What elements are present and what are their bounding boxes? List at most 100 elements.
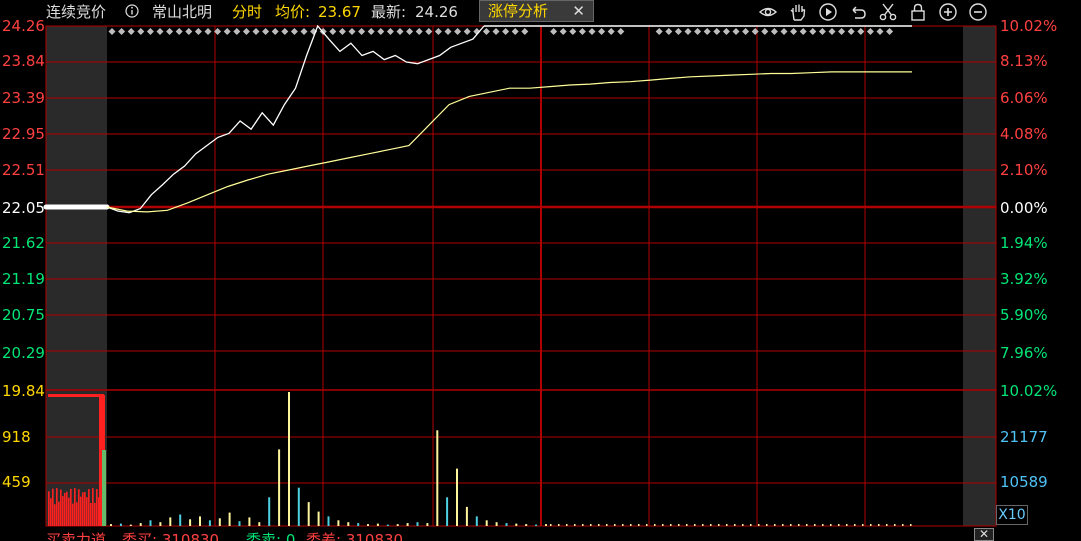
- volume-bar: [416, 522, 419, 526]
- volume-bar: [678, 524, 680, 526]
- avg-label: 均价:: [275, 3, 311, 21]
- volume-bar: [710, 524, 712, 526]
- auction-volume-bar: [72, 503, 74, 526]
- volume-bar: [169, 517, 172, 526]
- auction-volume-bar: [48, 394, 104, 397]
- volume-bar: [396, 524, 399, 526]
- volume-bar: [159, 522, 162, 526]
- volume-bar: [238, 521, 241, 526]
- volume-bar: [662, 524, 664, 526]
- auction-volume-bar: [96, 489, 98, 526]
- volume-bar: [426, 523, 429, 526]
- tick-marker: [406, 28, 414, 35]
- volume-bar: [646, 524, 648, 526]
- eye-icon[interactable]: [758, 2, 778, 22]
- tick-marker: [434, 28, 442, 35]
- volume-bar: [878, 524, 880, 526]
- tick-marker: [770, 28, 778, 35]
- undo-icon[interactable]: [848, 2, 868, 22]
- percent-axis-label: 7.96%: [1000, 344, 1048, 362]
- volume-bar: [790, 524, 792, 526]
- tick-marker: [857, 28, 865, 35]
- view-label[interactable]: 分时: [232, 0, 262, 24]
- price-axis-label: 23.39: [2, 89, 45, 107]
- info-circle-icon[interactable]: [124, 0, 140, 24]
- volume-bar: [654, 524, 656, 526]
- volume-bar: [726, 524, 728, 526]
- volume-bar: [525, 524, 528, 526]
- volume-bar: [854, 524, 856, 526]
- tick-marker: [703, 28, 711, 35]
- auction-volume-bar: [82, 492, 84, 526]
- zoom-out-icon[interactable]: [968, 2, 988, 22]
- volume-bar: [199, 516, 201, 526]
- volume-bar: [614, 524, 616, 526]
- tick-marker: [444, 28, 452, 35]
- auction-volume-bar: [74, 488, 76, 526]
- auction-volume-bar: [94, 502, 96, 526]
- zoom-in-icon[interactable]: [938, 2, 958, 22]
- volume-axis-label: 10.02%: [1000, 382, 1058, 400]
- volume-scale-button[interactable]: X10: [996, 505, 1028, 525]
- volume-bar: [806, 524, 808, 526]
- volume-bar: [268, 497, 271, 526]
- tick-marker: [722, 28, 730, 35]
- close-icon[interactable]: ✕: [572, 1, 585, 21]
- lock-icon[interactable]: [908, 2, 928, 22]
- bottom-status-bar: 买卖力道 委买: 310830 委卖: 0 委差: 310830: [0, 528, 1081, 541]
- price-axis-label: 22.05: [2, 199, 45, 217]
- tick-marker: [358, 28, 366, 35]
- volume-bar: [297, 487, 300, 526]
- tick-marker: [847, 28, 855, 35]
- play-icon[interactable]: [818, 2, 838, 22]
- scissors-icon[interactable]: [878, 2, 898, 22]
- tick-marker: [262, 28, 270, 35]
- price-axis-label: 20.29: [2, 344, 45, 362]
- hand-icon[interactable]: [788, 2, 808, 22]
- tick-marker: [713, 28, 721, 35]
- tick-marker: [780, 28, 788, 35]
- tick-marker: [674, 28, 682, 35]
- tick-marker: [799, 28, 807, 35]
- volume-bar: [307, 502, 310, 526]
- volume-bar: [505, 523, 508, 526]
- volume-bar: [367, 524, 369, 526]
- latest-label: 最新:: [371, 3, 407, 21]
- tick-marker: [492, 28, 500, 35]
- tick-marker: [751, 28, 759, 35]
- intraday-chart[interactable]: [0, 0, 1081, 541]
- volume-bar: [910, 524, 912, 526]
- volume-bar: [327, 516, 330, 526]
- tick-marker: [761, 28, 769, 35]
- tick-marker: [156, 28, 164, 35]
- avg-value: 23.67: [318, 3, 361, 21]
- percent-axis-label: 5.90%: [1000, 306, 1048, 324]
- tick-marker: [550, 28, 558, 35]
- tick-marker: [348, 28, 356, 35]
- latest-value: 24.26: [415, 3, 458, 21]
- volume-bar: [347, 522, 350, 526]
- tick-marker: [588, 28, 596, 35]
- tick-marker: [521, 28, 529, 35]
- volume-bar: [702, 524, 704, 526]
- volume-bar: [758, 524, 760, 526]
- volume-bar: [208, 520, 211, 526]
- tick-marker: [569, 28, 577, 35]
- average-price-line: [106, 71, 912, 213]
- tick-marker: [578, 28, 586, 35]
- tick-marker: [175, 28, 183, 35]
- volume-bar: [798, 524, 800, 526]
- tab-limit-up-analysis[interactable]: 涨停分析 ✕: [479, 0, 594, 22]
- percent-axis-label: 8.13%: [1000, 52, 1048, 70]
- close-icon[interactable]: ✕: [974, 528, 994, 541]
- volume-bar: [149, 520, 152, 526]
- volume-bar: [862, 524, 864, 526]
- tick-marker: [502, 28, 510, 35]
- percent-axis-label: 6.06%: [1000, 89, 1048, 107]
- tick-marker: [866, 28, 874, 35]
- volume-bar: [686, 524, 688, 526]
- auction-volume-bar: [90, 502, 92, 526]
- tick-marker: [146, 28, 154, 35]
- volume-bar: [446, 497, 449, 526]
- tick-marker: [300, 28, 308, 35]
